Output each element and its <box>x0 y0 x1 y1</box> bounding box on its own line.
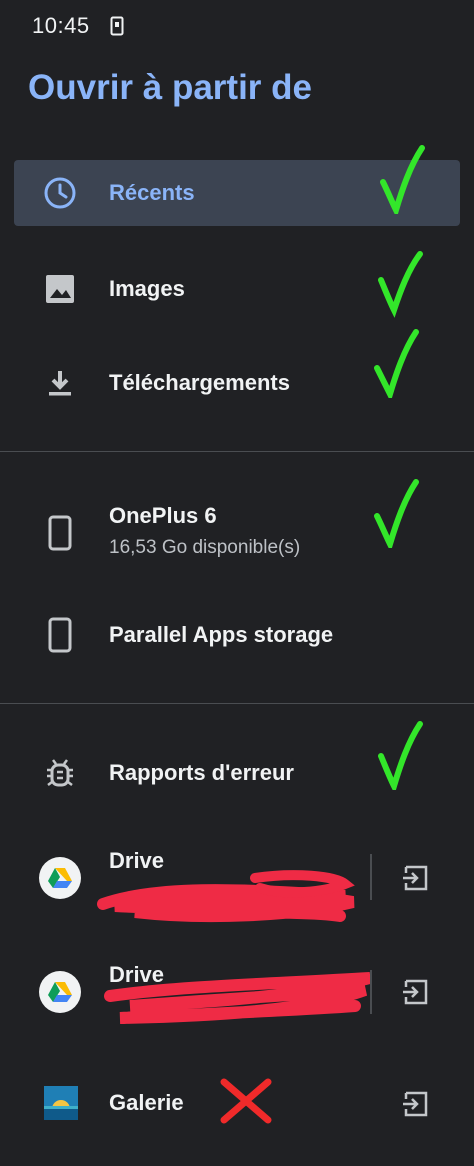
sidebar-item-parallel-apps[interactable]: Parallel Apps storage <box>14 602 460 668</box>
check-mark-icon <box>378 721 423 790</box>
sidebar-item-label: Galerie <box>109 1090 184 1115</box>
sidebar-item-label: OnePlus 6 <box>109 503 217 528</box>
sidebar-item-label: Images <box>109 276 185 301</box>
download-icon <box>49 371 71 396</box>
google-drive-icon <box>39 857 81 899</box>
status-bar: 10:45 <box>0 0 474 52</box>
redaction-scribble <box>104 972 372 1024</box>
bug-icon <box>47 759 73 787</box>
check-mark-icon <box>374 479 419 548</box>
eject-icon[interactable] <box>401 1089 431 1119</box>
image-icon <box>46 275 74 303</box>
gallery-app-icon <box>44 1086 78 1120</box>
sidebar-item-label: Téléchargements <box>109 370 290 395</box>
eject-separator <box>370 970 372 1014</box>
phone-icon <box>48 617 72 653</box>
page-title: Ouvrir à partir de <box>28 68 312 107</box>
clock-icon <box>44 177 76 209</box>
eject-icon[interactable] <box>401 977 431 1007</box>
cross-mark-icon <box>220 1078 272 1124</box>
sidebar-item-label: Parallel Apps storage <box>109 622 334 647</box>
phone-icon <box>48 515 72 551</box>
eject-icon[interactable] <box>401 863 431 893</box>
google-drive-icon <box>39 971 81 1013</box>
section-divider <box>0 703 474 704</box>
redaction-scribble <box>97 870 355 923</box>
check-mark-icon <box>378 251 423 318</box>
storage-available: 16,53 Go disponible(s) <box>109 537 301 558</box>
status-time: 10:45 <box>32 13 90 38</box>
check-mark-icon <box>380 145 425 214</box>
section-divider <box>0 451 474 452</box>
sidebar-item-label: Récents <box>109 180 195 205</box>
check-mark-icon <box>374 329 419 398</box>
sidebar-item-label: Rapports d'erreur <box>109 760 294 785</box>
screenshot-device-icon <box>110 16 124 36</box>
eject-separator <box>370 854 372 900</box>
